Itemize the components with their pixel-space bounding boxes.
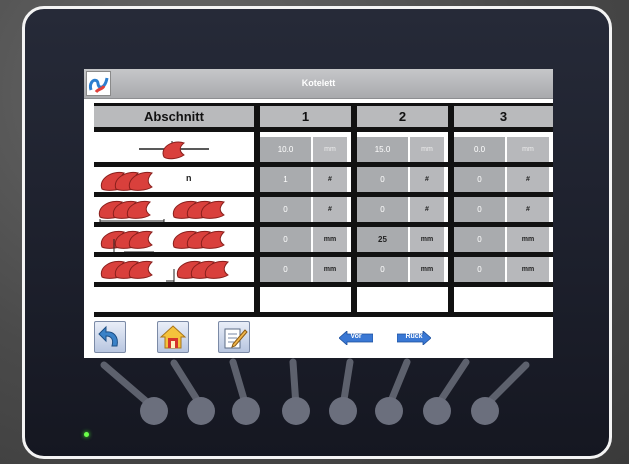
unit-label: mm: [313, 137, 347, 162]
column-divider: [351, 103, 357, 317]
next-label: Rück: [405, 333, 423, 340]
unit-label: mm: [410, 257, 444, 282]
softkey-8: [471, 397, 499, 425]
row-divider: [94, 312, 553, 317]
row-label-1: [94, 137, 254, 162]
softkey-3: [232, 397, 260, 425]
unit-label: mm: [313, 257, 347, 282]
row-label-3: [94, 197, 254, 222]
power-led: [84, 432, 89, 437]
home-button[interactable]: [157, 321, 189, 353]
unit-label: mm: [507, 227, 549, 252]
unit-label: #: [313, 197, 347, 222]
single-cutlet-icon: [139, 141, 209, 160]
column-header-3: 3: [454, 103, 553, 132]
column-divider: [448, 103, 454, 317]
unit-label: mm: [410, 137, 444, 162]
unit-label: #: [410, 167, 444, 192]
edit-icon: [224, 328, 248, 349]
home-icon: [159, 325, 187, 349]
value-field[interactable]: 0.0: [454, 137, 505, 162]
row-divider: [94, 282, 553, 287]
title-bar: Kotelett: [84, 69, 553, 99]
value-field[interactable]: 0: [260, 227, 311, 252]
screen-title: Kotelett: [301, 78, 336, 88]
column-header-2: 2: [357, 103, 448, 132]
unit-label: #: [410, 197, 444, 222]
unit-label: mm: [313, 227, 347, 252]
back-button[interactable]: [94, 321, 126, 353]
row-label-4: [94, 227, 254, 253]
row-label-n: n: [186, 173, 192, 183]
value-field[interactable]: 10.0: [260, 137, 311, 162]
row-label-5: [94, 257, 254, 282]
unit-label: #: [507, 197, 549, 222]
cutlet-gap-b-icon: [100, 260, 229, 282]
value-field[interactable]: 0: [357, 167, 408, 192]
value-field[interactable]: 0: [357, 197, 408, 222]
value-field[interactable]: 0: [260, 257, 311, 282]
unit-label: mm: [507, 257, 549, 282]
column-divider: [254, 103, 260, 317]
value-field[interactable]: 0: [357, 257, 408, 282]
softkey-4: [282, 397, 310, 425]
softkey-5: [329, 397, 357, 425]
footer-toolbar: Vor Rück: [84, 321, 553, 358]
softkey-2: [187, 397, 215, 425]
cutlet-stack-count-icon: [100, 171, 153, 191]
hmi-screen: Kotelett Abschnitt 1 2 3 n 10.0 mm 15.0 …: [84, 69, 553, 358]
column-header-1: 1: [260, 103, 351, 132]
value-field[interactable]: 25: [357, 227, 408, 252]
prev-label: Vor: [350, 333, 362, 340]
value-field[interactable]: 0: [454, 197, 505, 222]
prev-button[interactable]: Vor: [339, 331, 373, 345]
cutlet-gap-a-icon: [100, 230, 225, 253]
value-field[interactable]: 0: [454, 257, 505, 282]
softkey-1: [140, 397, 168, 425]
softkey-6: [375, 397, 403, 425]
value-field[interactable]: 0: [260, 197, 311, 222]
value-field[interactable]: 0: [454, 227, 505, 252]
next-button[interactable]: Rück: [397, 331, 431, 345]
row-label-2: n: [94, 167, 254, 192]
softkey-7: [423, 397, 451, 425]
unit-label: mm: [410, 227, 444, 252]
unit-label: #: [507, 167, 549, 192]
value-field[interactable]: 15.0: [357, 137, 408, 162]
value-field[interactable]: 1: [260, 167, 311, 192]
parameter-table: Abschnitt 1 2 3 n 10.0 mm 15.0 mm 0.0 mm…: [94, 103, 553, 317]
back-arrow-icon: [98, 325, 118, 347]
column-header-section: Abschnitt: [94, 103, 254, 132]
value-field[interactable]: 0: [454, 167, 505, 192]
edit-button[interactable]: [218, 321, 250, 353]
unit-label: #: [313, 167, 347, 192]
unit-label: mm: [507, 137, 549, 162]
cutlet-group-count-icon: [98, 200, 225, 222]
